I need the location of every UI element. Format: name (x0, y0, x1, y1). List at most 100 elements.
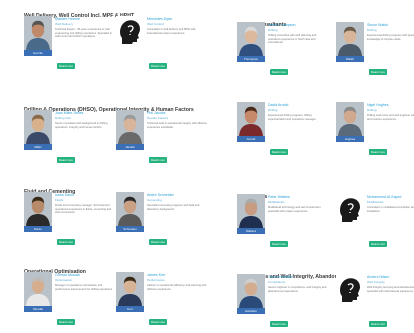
consultant-description: Advisor in operational efficiency and pl… (147, 284, 207, 291)
read-more-button[interactable]: Read more (149, 157, 167, 163)
read-more-button[interactable]: Read more (57, 157, 75, 163)
profile-photo[interactable] (116, 192, 144, 226)
profile-photo-label[interactable]: Schneider (116, 226, 144, 232)
consultant-role: Well Delivery (55, 22, 73, 26)
consultant-name[interactable]: James Kerr (147, 273, 207, 277)
read-more-button[interactable]: Read more (149, 63, 167, 69)
consultant-card: Arnold David Arnold Drilling Experienced dr… (237, 102, 332, 162)
profile-photo-label[interactable]: Thompson (237, 56, 265, 62)
profile-photo[interactable] (24, 272, 52, 306)
profile-photo[interactable] (237, 102, 265, 136)
consultant-role: Multilaterals (268, 200, 285, 204)
read-more-button[interactable]: Read more (57, 319, 75, 325)
consultant-name[interactable]: David Arnold (268, 103, 328, 107)
consultant-name[interactable]: Mawlee Hermle (55, 17, 115, 21)
profile-photo-label[interactable]: Jacobs (116, 144, 144, 150)
consultant-name[interactable]: Simon Walsh (367, 23, 414, 27)
profile-photo[interactable] (116, 110, 144, 144)
profile-photo[interactable] (24, 192, 52, 226)
profile-photo[interactable] (336, 22, 364, 56)
profile-photo-label[interactable]: Watters (237, 228, 265, 234)
consultant-description: Drilling supervisor and well engineer wi… (367, 114, 414, 121)
consultant-name[interactable]: Ivano Davio (55, 193, 115, 197)
consultant-description: Drilling consultant with well planning a… (268, 34, 317, 45)
consultant-name[interactable]: Gunnar Mosdal (55, 273, 115, 277)
profile-photo-label[interactable]: Kerr (116, 306, 144, 312)
profile-photo[interactable] (336, 194, 364, 228)
profile-photo[interactable] (237, 274, 265, 308)
profile-photo-label[interactable]: Arnold (237, 136, 265, 142)
profile-photo-label[interactable]: Hermle (24, 50, 52, 56)
consultant-role: Drilling (268, 28, 278, 32)
consultant-card: Hermle Mawlee Hermle Well Delivery Technica… (24, 16, 119, 76)
consultant-card: Jacobs Phil Jacobs Human Factors Technical … (116, 110, 211, 170)
read-more-button[interactable]: Read more (369, 69, 387, 75)
consultant-role: Human Factors (147, 116, 169, 120)
consultant-description: Specialist cementing engineer with field… (147, 204, 200, 211)
profile-photo[interactable] (116, 272, 144, 306)
consultant-card: Hamilton Trevor Hamilton Completions Senior… (237, 274, 332, 333)
consultant-role: Performance (147, 278, 165, 282)
consultant-name[interactable]: Mohammed Al-Sayed (367, 195, 414, 199)
consultant-description: Technical lead in operational integrity … (147, 122, 207, 129)
consultant-role: Cementing (147, 198, 162, 202)
profile-photo-label[interactable]: Miller (24, 144, 52, 150)
profile-photo[interactable] (336, 274, 364, 308)
consultant-card: Mosdal Gunnar Mosdal Optimisation Manager o… (24, 272, 119, 332)
profile-photo[interactable] (24, 110, 52, 144)
read-more-button[interactable]: Read more (369, 321, 387, 327)
profile-photo[interactable] (237, 194, 265, 228)
consultant-role: Multilaterals (367, 200, 384, 204)
consultant-card: Hughes Nigel Hughes Drilling Drilling super… (336, 102, 414, 162)
read-more-button[interactable]: Read more (270, 241, 288, 247)
profile-photo-label[interactable]: Davio (24, 226, 52, 232)
consultant-card: Davio Ivano Davio Fluids Fluids and cementi… (24, 192, 119, 252)
consultant-card: Kerr James Kerr Performance Advisor in oper… (116, 272, 211, 332)
profile-photo-label[interactable]: Hamilton (237, 308, 265, 314)
consultant-role: Drilling (367, 28, 377, 32)
consultant-card: Walsh Simon Walsh Drilling Experienced dril… (336, 22, 414, 82)
consultant-name[interactable]: Andre Schneider (147, 193, 207, 197)
consultant-role: Fluids (55, 198, 64, 202)
read-more-button[interactable]: Read more (270, 69, 288, 75)
profile-photo-label[interactable]: Walsh (336, 56, 364, 62)
read-more-button[interactable]: Read more (149, 319, 167, 325)
consultant-role: Drilling (268, 108, 278, 112)
consultant-name[interactable]: Trevor Hamilton (268, 275, 328, 279)
consultant-description: Senior consultant with background in dri… (55, 122, 108, 129)
read-more-button[interactable]: Read more (149, 239, 167, 245)
profile-photo[interactable] (24, 16, 52, 50)
consultant-card: Thompson Jamie Thompson Drilling Drilling c… (237, 22, 332, 82)
consultant-card: Watters Peter Watters Multilaterals Multila… (237, 194, 332, 254)
profile-photo-label[interactable]: Mosdal (24, 306, 52, 312)
read-more-button[interactable]: Read more (369, 241, 387, 247)
profile-photo[interactable] (336, 102, 364, 136)
consultant-name[interactable]: Joan Miller-Selles (55, 111, 115, 115)
profile-photo-label[interactable]: Hughes (336, 136, 364, 142)
consultant-description: Manager of operations optimisation and p… (55, 284, 113, 291)
consultant-name[interactable]: Phil Jacobs (147, 111, 207, 115)
consultant-role: Drilling Ops (55, 116, 71, 120)
profile-photo[interactable] (237, 22, 265, 56)
consultant-role: Drilling (367, 108, 377, 112)
read-more-button[interactable]: Read more (270, 321, 288, 327)
consultant-name[interactable]: Peter Watters (268, 195, 328, 199)
consultant-role: Optimisation (55, 278, 73, 282)
consultant-card: Schneider Andre Schneider Cementing Special… (116, 192, 211, 252)
read-more-button[interactable]: Read more (57, 63, 75, 69)
consultant-name[interactable]: Mercedes Dyan (147, 17, 207, 21)
read-more-button[interactable]: Read more (270, 149, 288, 155)
consultant-name[interactable]: Nigel Hughes (367, 103, 414, 107)
consultant-description: Fluids and cementing manager. Technical … (55, 204, 112, 215)
consultant-description: Multilateral technology and well constru… (268, 206, 321, 213)
consultant-card: Miller Joan Miller-Selles Drilling Ops Seni… (24, 110, 119, 170)
consultant-description: Well integrity and plug and abandonment … (367, 286, 414, 293)
consultant-role: Completions (268, 280, 286, 284)
read-more-button[interactable]: Read more (369, 149, 387, 155)
consultant-role: Well Integrity (367, 280, 385, 284)
read-more-button[interactable]: Read more (57, 239, 75, 245)
consultant-name[interactable]: Anders Nilsen (367, 275, 414, 279)
consultant-description: Experienced drilling engineer with speci… (367, 34, 414, 41)
consultant-name[interactable]: Jamie Thompson (268, 23, 328, 27)
profile-photo[interactable] (116, 16, 144, 50)
